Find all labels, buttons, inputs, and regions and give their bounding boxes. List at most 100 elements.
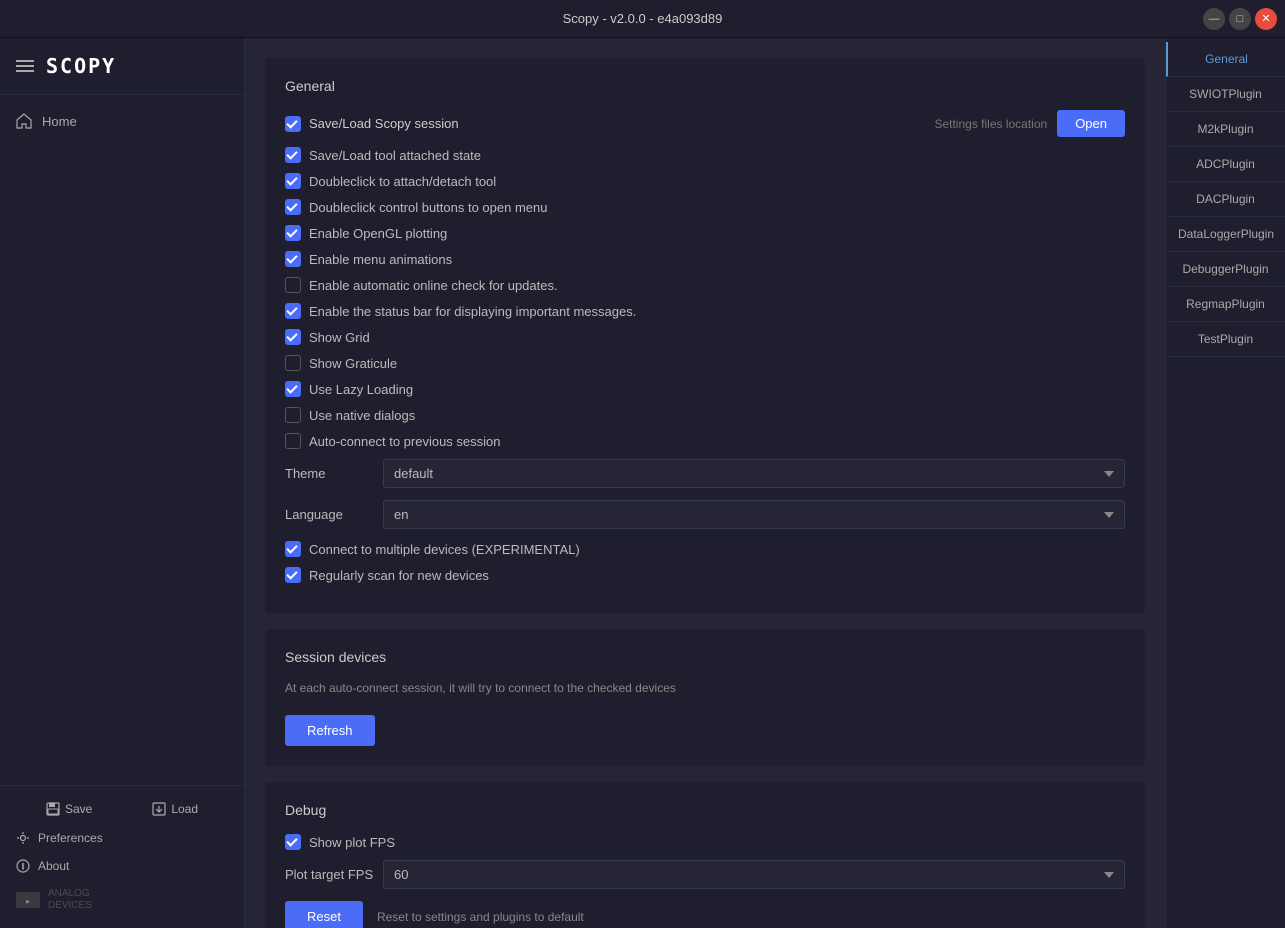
enable_opengl-label: Enable OpenGL plotting (309, 226, 447, 241)
session-devices-section: Session devices At each auto-connect ses… (265, 629, 1145, 766)
enable_menu_animations-checkbox[interactable] (285, 251, 301, 267)
sidebar-header: SCOPY (0, 38, 244, 95)
enable_status_bar-checkbox[interactable] (285, 303, 301, 319)
show-plot-fps-checkbox[interactable] (285, 834, 301, 850)
doubleclick_control-label: Doubleclick control buttons to open menu (309, 200, 547, 215)
about-item[interactable]: About (0, 852, 244, 880)
refresh-button[interactable]: Refresh (285, 715, 375, 746)
language-row: Language en fr de es (285, 500, 1125, 529)
plot-target-fps-select[interactable]: 30 60 120 (383, 860, 1125, 889)
load-button[interactable]: Load (152, 802, 198, 816)
preferences-label: Preferences (38, 831, 103, 845)
use_native_dialogs-checkbox[interactable] (285, 407, 301, 423)
debug-section-title: Debug (285, 802, 1125, 818)
doubleclick_attach-checkbox[interactable] (285, 173, 301, 189)
save-load-session-checkbox[interactable] (285, 116, 301, 132)
enable_online_check-label: Enable automatic online check for update… (309, 278, 558, 293)
auto_connect-checkbox[interactable] (285, 433, 301, 449)
reset-row: Reset Reset to settings and plugins to d… (285, 901, 1125, 928)
plugin-item-dac[interactable]: DACPlugin (1166, 182, 1285, 217)
use_lazy_loading-label: Use Lazy Loading (309, 382, 413, 397)
checkbox-row-enable_menu_animations: Enable menu animations (285, 251, 1125, 267)
regularly-scan-checkbox[interactable] (285, 567, 301, 583)
plugin-items-container: GeneralSWIOTPluginM2kPluginADCPluginDACP… (1166, 42, 1285, 357)
checkbox-row-enable_opengl: Enable OpenGL plotting (285, 225, 1125, 241)
connect-multiple-checkbox[interactable] (285, 541, 301, 557)
show-plot-fps-label: Show plot FPS (309, 835, 395, 850)
plugin-item-test[interactable]: TestPlugin (1166, 322, 1285, 357)
language-select[interactable]: en fr de es (383, 500, 1125, 529)
hamburger-icon[interactable] (16, 60, 34, 72)
checkbox-row-show_graticule: Show Graticule (285, 355, 1125, 371)
open-button[interactable]: Open (1057, 110, 1125, 137)
plugin-item-debugger[interactable]: DebuggerPlugin (1166, 252, 1285, 287)
plugin-item-datalogger[interactable]: DataLoggerPlugin (1166, 217, 1285, 252)
titlebar-title: Scopy - v2.0.0 - e4a093d89 (563, 11, 723, 26)
use_lazy_loading-checkbox[interactable] (285, 381, 301, 397)
connect-multiple-label: Connect to multiple devices (EXPERIMENTA… (309, 542, 580, 557)
analog-devices: ▶ ANALOGDEVICES (0, 880, 244, 920)
language-label: Language (285, 507, 375, 522)
plugin-item-general[interactable]: General (1166, 42, 1285, 77)
analog-devices-label: ANALOGDEVICES (48, 888, 92, 912)
debug-section: Debug Show plot FPS Plot target FPS 30 6… (265, 782, 1145, 928)
theme-label: Theme (285, 466, 375, 481)
preferences-item[interactable]: Preferences (0, 824, 244, 852)
sidebar-footer: Save Load Preferences (0, 785, 244, 928)
maximize-button[interactable]: □ (1229, 8, 1251, 30)
minimize-button[interactable]: — (1203, 8, 1225, 30)
checkbox-row-doubleclick_attach: Doubleclick to attach/detach tool (285, 173, 1125, 189)
enable_status_bar-label: Enable the status bar for displaying imp… (309, 304, 636, 319)
connect-multiple-row: Connect to multiple devices (EXPERIMENTA… (285, 541, 1125, 557)
save_load_tool-label: Save/Load tool attached state (309, 148, 481, 163)
reset-button[interactable]: Reset (285, 901, 363, 928)
about-label: About (38, 859, 69, 873)
enable_menu_animations-label: Enable menu animations (309, 252, 452, 267)
reset-description: Reset to settings and plugins to default (377, 910, 584, 924)
save-button[interactable]: Save (46, 802, 92, 816)
save-icon (46, 802, 60, 816)
close-button[interactable]: ✕ (1255, 8, 1277, 30)
analog-devices-logo: ▶ (16, 892, 40, 908)
auto_connect-label: Auto-connect to previous session (309, 434, 501, 449)
settings-location-group: Settings files location Open (934, 110, 1125, 137)
enable_opengl-checkbox[interactable] (285, 225, 301, 241)
app-layout: SCOPY Home Save (0, 38, 1285, 928)
session-devices-desc: At each auto-connect session, it will tr… (285, 681, 1125, 695)
sidebar-footer-actions: Save Load (0, 794, 244, 824)
sidebar-item-home[interactable]: Home (0, 103, 244, 139)
save-load-session-label: Save/Load Scopy session (309, 116, 459, 131)
sidebar: SCOPY Home Save (0, 38, 245, 928)
home-label: Home (42, 114, 77, 129)
plugin-item-m2k[interactable]: M2kPlugin (1166, 112, 1285, 147)
use_native_dialogs-label: Use native dialogs (309, 408, 415, 423)
theme-row: Theme default light dark (285, 459, 1125, 488)
save_load_tool-checkbox[interactable] (285, 147, 301, 163)
enable_online_check-checkbox[interactable] (285, 277, 301, 293)
titlebar: Scopy - v2.0.0 - e4a093d89 — □ ✕ (0, 0, 1285, 38)
plugin-item-adc[interactable]: ADCPlugin (1166, 147, 1285, 182)
theme-select[interactable]: default light dark (383, 459, 1125, 488)
save-label: Save (65, 802, 92, 816)
general-section-title: General (285, 78, 1125, 94)
save-load-session-row: Save/Load Scopy session Settings files l… (285, 110, 1125, 137)
titlebar-controls: — □ ✕ (1203, 8, 1277, 30)
doubleclick_control-checkbox[interactable] (285, 199, 301, 215)
plot-target-fps-row: Plot target FPS 30 60 120 (285, 860, 1125, 889)
plugin-panel: GeneralSWIOTPluginM2kPluginADCPluginDACP… (1165, 38, 1285, 928)
regularly-scan-row: Regularly scan for new devices (285, 567, 1125, 583)
logo: SCOPY (46, 54, 116, 78)
info-icon (16, 859, 30, 873)
show_graticule-checkbox[interactable] (285, 355, 301, 371)
plugin-item-regmap[interactable]: RegmapPlugin (1166, 287, 1285, 322)
show-plot-fps-row: Show plot FPS (285, 834, 1125, 850)
home-icon (16, 113, 32, 129)
plugin-item-swiot[interactable]: SWIOTPlugin (1166, 77, 1285, 112)
general-section: General Save/Load Scopy session Settings… (265, 58, 1145, 613)
checkbox-row-doubleclick_control: Doubleclick control buttons to open menu (285, 199, 1125, 215)
settings-location-label: Settings files location (934, 117, 1047, 131)
load-icon (152, 802, 166, 816)
save-load-session-left: Save/Load Scopy session (285, 116, 459, 132)
show_grid-checkbox[interactable] (285, 329, 301, 345)
session-devices-title: Session devices (285, 649, 1125, 665)
